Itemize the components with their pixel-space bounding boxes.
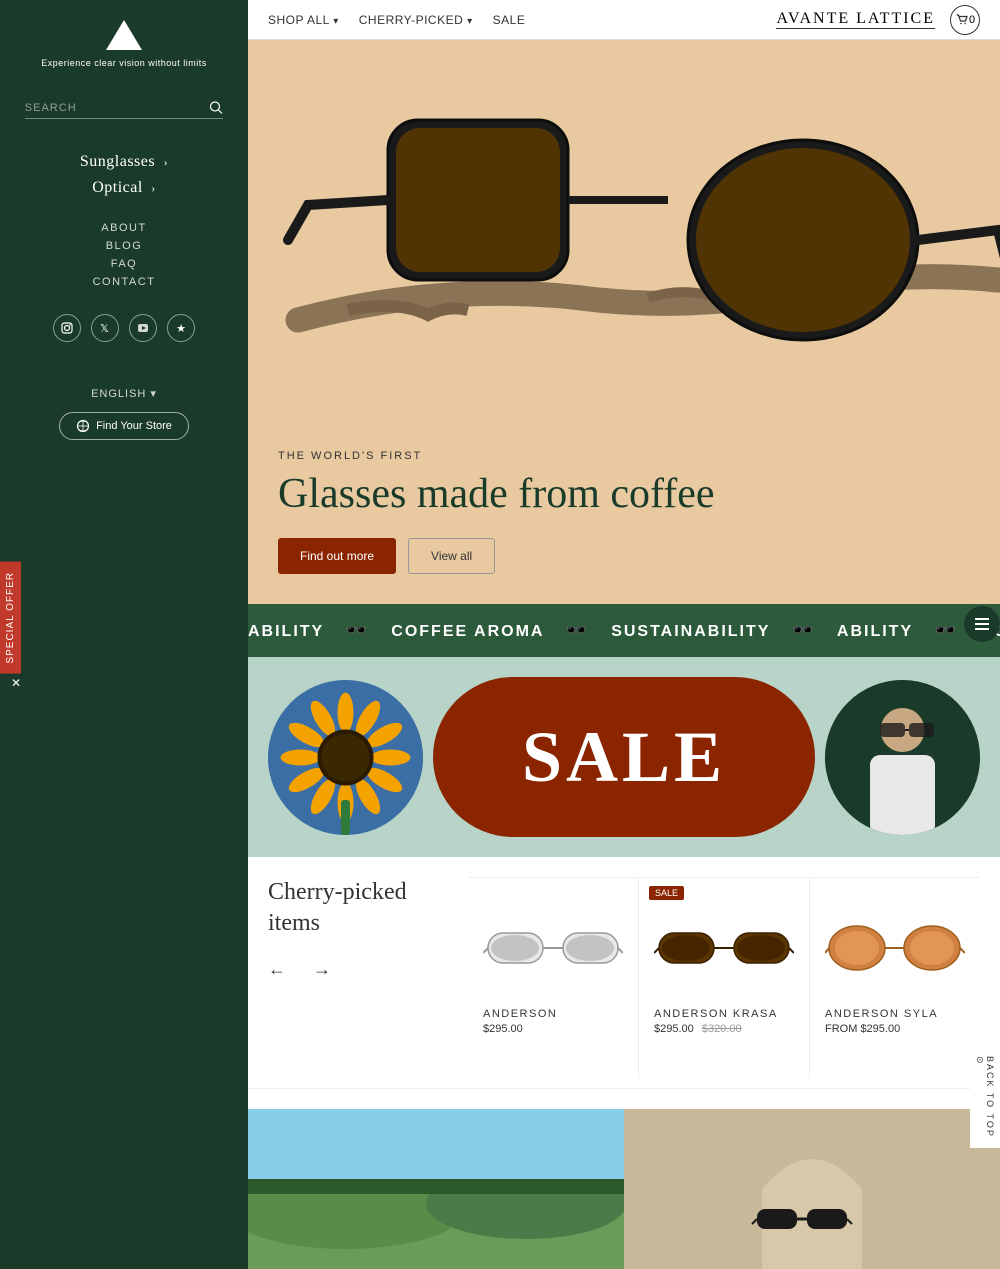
cherry-title: Cherry-picked items — [268, 877, 448, 939]
search-input[interactable] — [25, 98, 223, 119]
sale-badge-2: SALE — [649, 886, 684, 900]
view-all-button[interactable]: View all — [408, 538, 495, 574]
svg-text:𝕏: 𝕏 — [100, 323, 109, 334]
glasses-icon-3: 🕶️ — [792, 620, 816, 640]
product-price-2: $295.00 $320.00 — [654, 1023, 794, 1035]
hero-buttons: Find out more View all — [278, 538, 970, 574]
product-image-2 — [654, 898, 794, 998]
cart-count: 0 — [969, 14, 975, 26]
model-photo — [825, 680, 980, 835]
hamburger-icon — [975, 618, 989, 630]
search-button[interactable] — [209, 100, 223, 117]
language-label: ENGLISH — [91, 388, 146, 400]
special-offer-tab[interactable]: SPECIAL OFFER ✕ — [0, 562, 32, 674]
product-image-3 — [825, 898, 965, 998]
special-offer-label[interactable]: SPECIAL OFFER — [0, 562, 21, 674]
cherry-header: Cherry-picked items ← → — [248, 877, 1000, 1089]
optical-link[interactable]: Optical › — [0, 175, 248, 201]
landscape-image — [248, 1109, 624, 1269]
glasses-icon-1: 🕶️ — [345, 620, 369, 640]
next-arrow[interactable]: → — [313, 959, 343, 979]
sunflower-circle — [268, 680, 423, 835]
faq-link[interactable]: FAQ — [0, 255, 248, 273]
prev-arrow[interactable]: ← — [268, 959, 298, 979]
blog-link[interactable]: BLOG — [0, 237, 248, 255]
menu-button[interactable] — [964, 606, 1000, 642]
brand-name: AVANTE LATTICE — [776, 10, 935, 29]
chevron-down-icon: ▾ — [150, 387, 157, 400]
glasses-icon-2: 🕶️ — [565, 620, 589, 640]
top-nav: SHOP ALL ▾ CHERRY-PICKED ▾ SALE AVANTE L… — [248, 0, 1000, 40]
hero-title: Glasses made from coffee — [278, 470, 970, 518]
logo-tagline: Experience clear vision without limits — [41, 58, 207, 68]
sidebar: Experience clear vision without limits S… — [0, 0, 248, 1248]
about-link[interactable]: ABOUT — [0, 219, 248, 237]
bottom-images — [248, 1109, 1000, 1269]
top-nav-right: AVANTE LATTICE 0 — [776, 5, 980, 35]
social-icons: 𝕏 ★ — [53, 314, 195, 342]
scroll-banner-inner: ABILITY 🕶️ COFFEE AROMA 🕶️ SUSTAINABILIT… — [248, 620, 1000, 641]
contact-link[interactable]: CONTACT — [0, 273, 248, 291]
cherry-arrows: ← → — [268, 939, 448, 979]
top-nav-links: SHOP ALL ▾ CHERRY-PICKED ▾ SALE — [268, 13, 525, 27]
cart-button[interactable]: 0 — [950, 5, 980, 35]
hero-subtitle: THE WORLD'S FIRST — [278, 450, 970, 462]
glasses-icon-4: 🕶️ — [934, 620, 958, 640]
star-icon[interactable]: ★ — [167, 314, 195, 342]
product-item-3: ANDERSON SYLA FROM $295.00 — [810, 878, 980, 1078]
cherry-section: Cherry-picked items ← → — [248, 857, 1000, 1109]
shop-all-link[interactable]: SHOP ALL ▾ — [268, 13, 339, 27]
product-name-2: ANDERSON KRASA — [654, 1008, 794, 1020]
sub-nav: ABOUT BLOG FAQ CONTACT — [0, 219, 248, 291]
products-grid: ANDERSON $295.00 SALE — [468, 877, 980, 1078]
main-content: SHOP ALL ▾ CHERRY-PICKED ▾ SALE AVANTE L… — [248, 0, 1000, 1269]
product-detail-image — [624, 1109, 1000, 1269]
hero-image — [248, 40, 1000, 430]
person-circle — [825, 680, 980, 835]
cherry-picked-link[interactable]: CHERRY-PICKED ▾ — [359, 13, 473, 27]
find-store-label: Find Your Store — [96, 420, 172, 432]
search-container — [25, 98, 223, 119]
product-item-1: ANDERSON $295.00 — [468, 878, 639, 1078]
product-price-3: FROM $295.00 — [825, 1023, 965, 1035]
product-image-1 — [483, 898, 623, 998]
hero-text: THE WORLD'S FIRST Glasses made from coff… — [248, 430, 1000, 604]
main-nav: Sunglasses › Optical › — [0, 149, 248, 201]
sale-text: SALE — [522, 716, 726, 799]
twitter-icon[interactable]: 𝕏 — [91, 314, 119, 342]
back-to-top[interactable]: BACK TO TOP ⊙ — [970, 1046, 1000, 1148]
product-name-3: ANDERSON SYLA — [825, 1008, 965, 1020]
product-name-1: ANDERSON — [483, 1008, 623, 1020]
youtube-icon[interactable] — [129, 314, 157, 342]
find-out-button[interactable]: Find out more — [278, 538, 396, 574]
sunglasses-link[interactable]: Sunglasses › — [0, 149, 248, 175]
close-offer-button[interactable]: ✕ — [11, 676, 21, 691]
instagram-icon[interactable] — [53, 314, 81, 342]
find-store-button[interactable]: Find Your Store — [59, 412, 189, 440]
sale-oval[interactable]: SALE — [433, 677, 815, 837]
sale-link[interactable]: SALE — [493, 13, 526, 27]
logo-icon — [106, 20, 142, 50]
product-price-1: $295.00 — [483, 1023, 623, 1035]
product-item-2: SALE ANDERSON KRASA $295.00 — [639, 878, 810, 1078]
language-selector[interactable]: ENGLISH ▾ — [91, 387, 157, 400]
sale-section: SALE — [248, 657, 1000, 857]
scroll-banner: ABILITY 🕶️ COFFEE AROMA 🕶️ SUSTAINABILIT… — [248, 604, 1000, 657]
logo[interactable]: Experience clear vision without limits — [41, 20, 207, 68]
